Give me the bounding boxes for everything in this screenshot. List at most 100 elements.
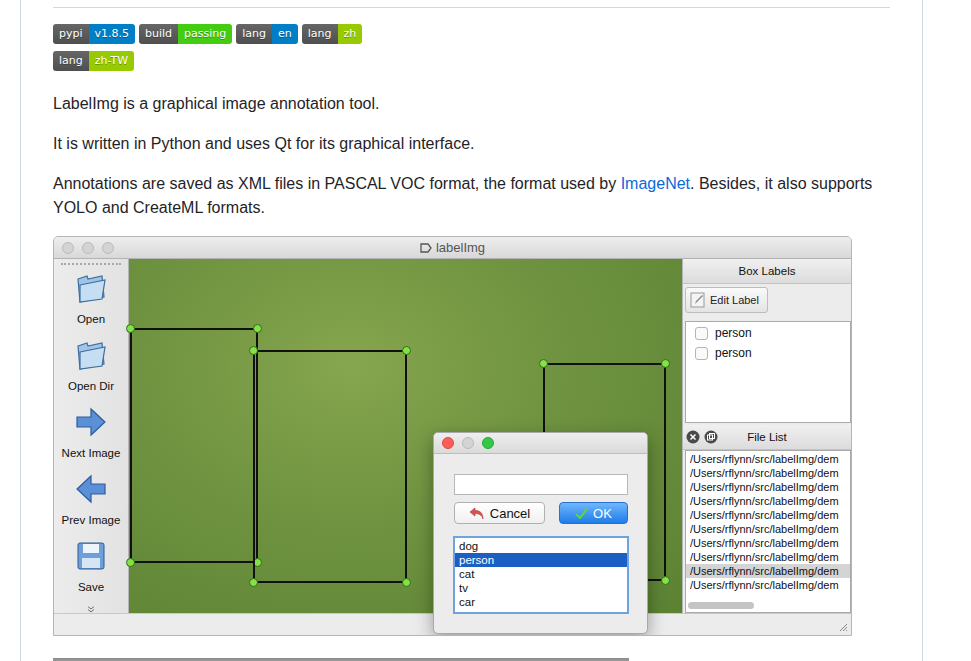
badge-label: lang	[302, 24, 338, 44]
text: It is written in Python and uses Qt for …	[53, 135, 475, 152]
badge[interactable]: langzh	[302, 24, 363, 44]
file-row[interactable]: /Users/rflynn/src/labelImg/dem	[686, 564, 850, 578]
badge[interactable]: buildpassing	[139, 24, 232, 44]
toolbar-button[interactable]: Open Dir	[68, 338, 114, 405]
checkbox[interactable]	[695, 347, 708, 360]
dialog-body: Cancel OK dogpersoncattvcar	[434, 454, 647, 614]
class-row[interactable]: dog	[455, 539, 627, 553]
window-title: labelImg	[420, 240, 485, 255]
minimize-control[interactable]	[462, 437, 474, 449]
scroll-thumb[interactable]	[688, 602, 754, 609]
cancel-button[interactable]: Cancel	[454, 502, 545, 524]
toolbar-button[interactable]: Save	[74, 539, 108, 606]
folder-icon	[74, 271, 108, 305]
class-row[interactable]: car	[455, 595, 627, 609]
file-row[interactable]: /Users/rflynn/src/labelImg/dem	[686, 578, 850, 592]
badge-value: en	[272, 24, 298, 44]
toolbar-label: Save	[78, 581, 104, 594]
folder-icon	[74, 338, 108, 372]
file-row[interactable]: /Users/rflynn/src/labelImg/dem	[686, 494, 850, 508]
toolbar-button[interactable]: Open	[74, 271, 108, 338]
link[interactable]: ImageNet	[621, 175, 690, 192]
edit-row: Edit Label	[683, 284, 851, 321]
class-list: dogpersoncattvcar	[453, 536, 629, 614]
file-row[interactable]: /Users/rflynn/src/labelImg/dem	[686, 480, 850, 494]
text: LabelImg is a graphical image annotation…	[53, 95, 379, 112]
badge-value: zh	[338, 24, 363, 44]
class-row[interactable]: tv	[455, 581, 627, 595]
right-panel: Box LabelsEdit LabelpersonpersonFile Lis…	[682, 259, 851, 613]
box-handle[interactable]	[253, 324, 262, 333]
undo-icon	[469, 506, 485, 520]
box-handle[interactable]	[126, 558, 135, 567]
app-window: labelImg Open Open Dir Next Image Prev Image…	[53, 236, 852, 636]
toolbar-button[interactable]: Next Image	[62, 405, 121, 472]
box-handle[interactable]	[249, 578, 258, 587]
readme-card: pypiv1.8.5buildpassinglangenlangzhlangzh…	[20, 0, 923, 661]
box-handle[interactable]	[249, 346, 258, 355]
label-input[interactable]	[454, 474, 628, 495]
ok-button[interactable]: OK	[559, 502, 628, 524]
box-handle[interactable]	[661, 359, 670, 368]
floppy-icon	[74, 539, 108, 573]
toolbar-label: Prev Image	[62, 514, 121, 527]
toolbar-button[interactable]: Prev Image	[62, 472, 121, 539]
badge-value: v1.8.5	[89, 24, 136, 44]
resize-grip-icon[interactable]	[838, 622, 848, 632]
float-icon[interactable]	[704, 430, 718, 444]
window-control[interactable]	[82, 242, 94, 254]
badges: pypiv1.8.5buildpassinglangenlangzhlangzh…	[53, 24, 890, 71]
toolbar-label: Next Image	[62, 447, 121, 460]
badge[interactable]: langen	[236, 24, 298, 44]
file-row[interactable]: /Users/rflynn/src/labelImg/dem	[686, 508, 850, 522]
file-row[interactable]: /Users/rflynn/src/labelImg/dem	[686, 550, 850, 564]
toolbar-label: Open Dir	[68, 380, 114, 393]
toolbar-label: Open	[77, 313, 105, 326]
check-icon	[575, 508, 588, 519]
window-control[interactable]	[62, 242, 74, 254]
title-bar: labelImg	[54, 237, 851, 259]
file-rows: /Users/rflynn/src/labelImg/dem/Users/rfl…	[686, 451, 850, 599]
class-row[interactable]: cat	[455, 567, 627, 581]
file-row[interactable]: /Users/rflynn/src/labelImg/dem	[686, 466, 850, 480]
box-handle[interactable]	[126, 324, 135, 333]
close-icon[interactable]	[686, 430, 700, 444]
top-rule	[53, 0, 890, 8]
badge-value: zh-TW	[89, 51, 134, 71]
box-handle[interactable]	[539, 359, 548, 368]
dialog-buttons: Cancel OK	[454, 502, 628, 524]
toolbar: Open Open Dir Next Image Prev Image Save	[54, 259, 129, 613]
zoom-control[interactable]	[482, 437, 494, 449]
file-row[interactable]: /Users/rflynn/src/labelImg/dem	[686, 522, 850, 536]
box-handle[interactable]	[661, 576, 670, 585]
class-row[interactable]: person	[455, 553, 627, 567]
file-row[interactable]: /Users/rflynn/src/labelImg/dem	[686, 536, 850, 550]
window-controls	[54, 242, 420, 254]
bounding-box[interactable]	[130, 328, 258, 563]
dialog-controls	[434, 437, 494, 449]
edit-label-button[interactable]: Edit Label	[685, 287, 768, 313]
label-row[interactable]: person	[686, 343, 850, 363]
badge[interactable]: pypiv1.8.5	[53, 24, 135, 44]
box-handle[interactable]	[402, 578, 411, 587]
window-control[interactable]	[102, 242, 114, 254]
badge-label: lang	[236, 24, 272, 44]
checkbox[interactable]	[695, 327, 708, 340]
close-control[interactable]	[442, 437, 454, 449]
box-handle[interactable]	[402, 346, 411, 355]
text: Annotations are saved as XML files in PA…	[53, 175, 621, 192]
dock-controls	[686, 430, 718, 444]
label-row[interactable]: person	[686, 323, 850, 343]
arrow-right-icon	[74, 405, 108, 439]
scrollbar[interactable]	[686, 599, 850, 612]
paragraph: It is written in Python and uses Qt for …	[53, 132, 890, 156]
tag-icon	[420, 243, 432, 253]
file-row[interactable]: /Users/rflynn/src/labelImg/dem	[686, 452, 850, 466]
bounding-box[interactable]	[253, 350, 407, 583]
dialog-title-bar	[434, 433, 647, 454]
toolbar-grip[interactable]	[61, 263, 121, 266]
file-list: /Users/rflynn/src/labelImg/dem/Users/rfl…	[685, 450, 851, 613]
paragraph: LabelImg is a graphical image annotation…	[53, 92, 890, 116]
badge[interactable]: langzh-TW	[53, 51, 134, 71]
paragraph: Annotations are saved as XML files in PA…	[53, 172, 890, 220]
